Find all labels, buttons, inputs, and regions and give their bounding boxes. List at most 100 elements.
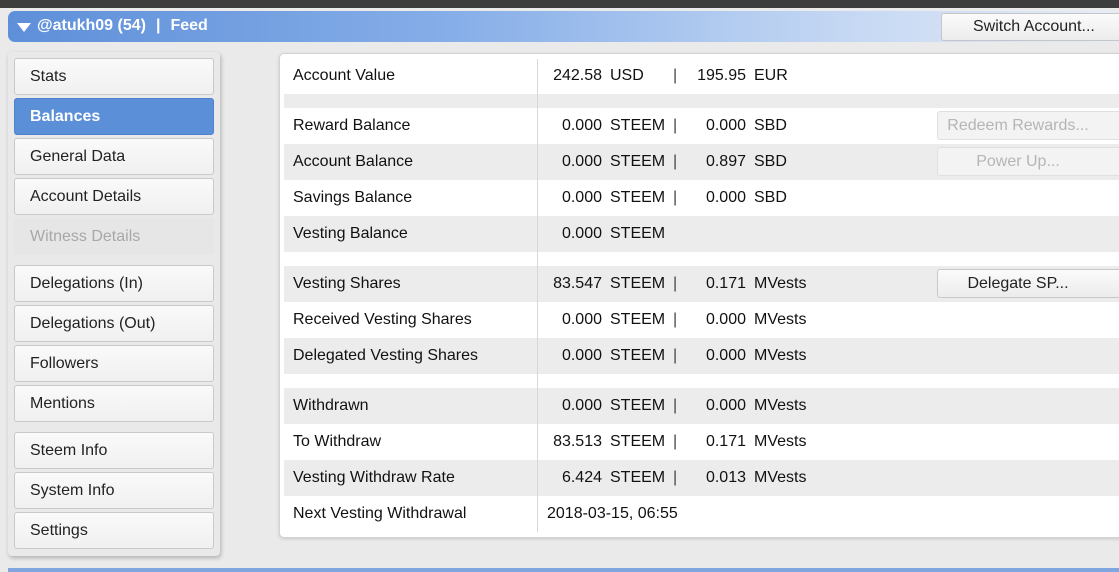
row-account-balance: Account Balance 0.000 STEEM | 0.897 SBD …	[284, 144, 1119, 180]
row-to-withdraw: To Withdraw 83.513 STEEM | 0.171 MVests	[284, 424, 1119, 460]
sidebar-item-settings[interactable]: Settings	[14, 512, 214, 549]
row-received-vesting-shares: Received Vesting Shares 0.000 STEEM | 0.…	[284, 302, 1119, 338]
unit-secondary: MVests	[754, 311, 807, 328]
unit-secondary: MVests	[754, 397, 807, 414]
value-separator: |	[673, 153, 678, 170]
sidebar-item-system-info[interactable]: System Info	[14, 472, 214, 509]
value-primary: 0.000	[561, 117, 602, 134]
row-label: Next Vesting Withdrawal	[293, 505, 467, 522]
value-secondary: 0.000	[705, 397, 746, 414]
row-label: Delegated Vesting Shares	[293, 347, 479, 364]
value-primary: 83.513	[553, 433, 602, 450]
sidebar-item-delegations-out[interactable]: Delegations (Out)	[14, 305, 214, 342]
row-savings-balance: Savings Balance 0.000 STEEM | 0.000 SBD	[284, 180, 1119, 216]
value-secondary: 0.013	[705, 469, 746, 486]
section-name: Feed	[170, 17, 208, 34]
row-label: Savings Balance	[293, 189, 413, 206]
section-spacer	[284, 374, 1119, 388]
unit-primary: STEEM	[610, 225, 666, 242]
row-label: Account Value	[293, 67, 395, 84]
row-label: To Withdraw	[293, 433, 382, 450]
sidebar-item-followers[interactable]: Followers	[14, 345, 214, 382]
value-primary: 6.424	[561, 469, 602, 486]
row-label: Withdrawn	[293, 397, 369, 414]
delegate-sp-button[interactable]: Delegate SP...	[937, 269, 1119, 298]
title-text: @atukh09 (54) | Feed	[37, 17, 208, 35]
sidebar-item-account-details[interactable]: Account Details	[14, 178, 214, 215]
value-separator: |	[673, 67, 678, 84]
value-separator: |	[673, 397, 678, 414]
sidebar-item-mentions[interactable]: Mentions	[14, 385, 214, 422]
value-primary: 0.000	[561, 189, 602, 206]
sidebar-item-delegations-in[interactable]: Delegations (In)	[14, 265, 214, 302]
row-label: Vesting Shares	[293, 275, 401, 292]
power-up-button: Power Up...	[937, 147, 1119, 176]
value-secondary: 0.171	[705, 433, 746, 450]
value-primary: 0.000	[561, 225, 602, 242]
value-separator: |	[673, 275, 678, 292]
unit-primary: STEEM	[610, 153, 666, 170]
value-secondary: 0.897	[705, 153, 746, 170]
row-vesting-withdraw-rate: Vesting Withdraw Rate 6.424 STEEM | 0.01…	[284, 460, 1119, 496]
unit-primary: USD	[610, 67, 644, 84]
sidebar-item-steem-info[interactable]: Steem Info	[14, 432, 214, 469]
row-delegated-vesting-shares: Delegated Vesting Shares 0.000 STEEM | 0…	[284, 338, 1119, 374]
unit-secondary: MVests	[754, 347, 807, 364]
account-name: @atukh09 (54)	[37, 17, 146, 34]
balances-panel: Account Value 242.58 USD | 195.95 EUR Re…	[279, 53, 1119, 538]
title-separator: |	[155, 17, 161, 34]
value-secondary: 0.000	[705, 311, 746, 328]
unit-secondary: SBD	[754, 189, 787, 206]
unit-secondary: EUR	[754, 67, 788, 84]
switch-account-button[interactable]: Switch Account...	[941, 13, 1119, 41]
value-primary: 0.000	[561, 311, 602, 328]
unit-secondary: MVests	[754, 433, 807, 450]
sidebar: Stats Balances General Data Account Deta…	[8, 52, 220, 556]
value-separator: |	[673, 189, 678, 206]
value-separator: |	[673, 117, 678, 134]
sidebar-item-witness-details: Witness Details	[14, 218, 214, 255]
section-spacer	[284, 252, 1119, 266]
unit-primary: STEEM	[610, 189, 666, 206]
sidebar-item-general-data[interactable]: General Data	[14, 138, 214, 175]
row-vesting-balance: Vesting Balance 0.000 STEEM	[284, 216, 1119, 252]
unit-primary: STEEM	[610, 469, 666, 486]
unit-primary: STEEM	[610, 117, 666, 134]
value-primary: 0.000	[561, 347, 602, 364]
value-secondary: 0.000	[705, 117, 746, 134]
unit-secondary: SBD	[754, 117, 787, 134]
row-account-value: Account Value 242.58 USD | 195.95 EUR	[284, 58, 1119, 94]
unit-primary: STEEM	[610, 433, 666, 450]
value-primary: 0.000	[561, 153, 602, 170]
value-secondary: 0.000	[705, 189, 746, 206]
next-panel-edge	[8, 568, 1119, 572]
value-separator: |	[673, 311, 678, 328]
unit-secondary: SBD	[754, 153, 787, 170]
value-secondary: 195.95	[697, 67, 746, 84]
row-reward-balance: Reward Balance 0.000 STEEM | 0.000 SBD R…	[284, 108, 1119, 144]
value-separator: |	[673, 469, 678, 486]
next-withdrawal-datetime: 2018-03-15, 06:55	[547, 505, 678, 522]
unit-primary: STEEM	[610, 397, 666, 414]
unit-secondary: MVests	[754, 275, 807, 292]
row-vesting-shares: Vesting Shares 83.547 STEEM | 0.171 MVes…	[284, 266, 1119, 302]
row-label: Vesting Balance	[293, 225, 408, 242]
unit-primary: STEEM	[610, 347, 666, 364]
value-separator: |	[673, 433, 678, 450]
row-withdrawn: Withdrawn 0.000 STEEM | 0.000 MVests	[284, 388, 1119, 424]
value-secondary: 0.000	[705, 347, 746, 364]
row-label: Vesting Withdraw Rate	[293, 469, 455, 486]
unit-primary: STEEM	[610, 275, 666, 292]
row-next-vesting-withdrawal: Next Vesting Withdrawal 2018-03-15, 06:5…	[284, 496, 1119, 532]
unit-primary: STEEM	[610, 311, 666, 328]
window-top-strip	[0, 0, 1119, 8]
redeem-rewards-button: Redeem Rewards...	[937, 111, 1119, 140]
value-secondary: 0.171	[705, 275, 746, 292]
sidebar-item-stats[interactable]: Stats	[14, 58, 214, 95]
value-separator: |	[673, 347, 678, 364]
row-label: Account Balance	[293, 153, 414, 170]
column-divider	[537, 59, 538, 532]
row-label: Received Vesting Shares	[293, 311, 472, 328]
collapse-arrow-icon[interactable]	[17, 23, 31, 32]
sidebar-item-balances[interactable]: Balances	[14, 98, 214, 135]
